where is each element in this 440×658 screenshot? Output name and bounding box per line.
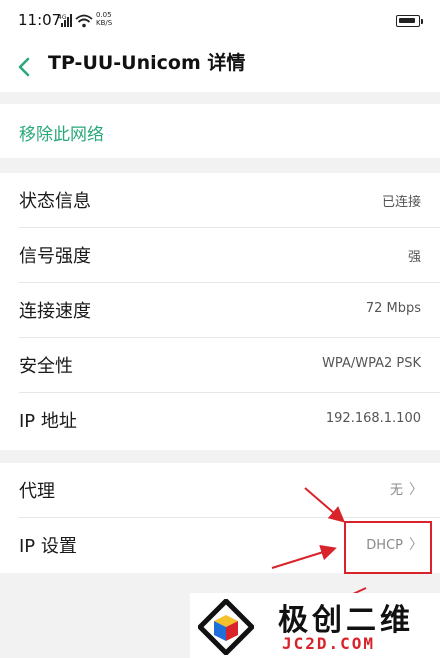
annotation-highlight-box [344, 521, 432, 574]
watermark-title: 极创二维 [278, 603, 414, 638]
remove-network-button[interactable]: 移除此网络 [19, 120, 104, 145]
row-value: 已连接 [381, 195, 421, 210]
back-button[interactable] [12, 50, 42, 84]
cube-logo-icon [198, 599, 254, 655]
row-value: WPA/WPA2 PSK [322, 356, 421, 371]
network-info-list: 状态信息 已连接 信号强度 强 连接速度 72 Mbps 安全性 WPA/WPA… [0, 173, 440, 450]
info-row-speed: 连接速度 72 Mbps [0, 283, 440, 338]
row-label: 安全性 [19, 356, 73, 377]
proxy-setting-row[interactable]: 代理 无〉 [0, 463, 440, 518]
proxy-value: 无 [389, 483, 403, 498]
top-app-bar: TP-UU-Unicom 详情 [0, 42, 440, 92]
info-row-status: 状态信息 已连接 [0, 173, 440, 228]
info-row-security: 安全性 WPA/WPA2 PSK [0, 338, 440, 393]
battery-tip [421, 19, 423, 24]
status-time: 11:07 [18, 11, 62, 29]
row-label: IP 设置 [19, 536, 77, 557]
page-title: TP-UU-Unicom 详情 [48, 52, 246, 74]
network-type-icon: 4G [58, 14, 67, 21]
row-label: 连接速度 [19, 301, 91, 322]
wifi-icon [75, 14, 93, 28]
info-row-ip-address: IP 地址 192.168.1.100 [0, 393, 440, 448]
row-label: 状态信息 [19, 191, 91, 212]
speed-value: 0.05 [96, 11, 112, 19]
status-bar: 11:07 4G 0.05 KB/S [0, 0, 440, 42]
battery-icon [396, 15, 420, 27]
remove-network-section: 移除此网络 [0, 104, 440, 158]
row-label: 代理 [19, 481, 55, 502]
watermark: 极创二维 JC2D.COM [190, 593, 440, 658]
row-value: 无〉 [390, 479, 423, 499]
row-label: 信号强度 [19, 246, 91, 267]
network-speed: 0.05 KB/S [96, 11, 112, 27]
watermark-subtitle: JC2D.COM [282, 634, 376, 653]
info-row-signal: 信号强度 强 [0, 228, 440, 283]
speed-unit: KB/S [96, 19, 113, 27]
signal-wifi-icons: 4G [58, 14, 93, 28]
row-label: IP 地址 [19, 411, 77, 432]
chevron-right-icon: 〉 [409, 482, 423, 498]
row-value: 192.168.1.100 [325, 411, 421, 426]
row-value: 强 [407, 250, 421, 265]
row-value: 72 Mbps [365, 301, 421, 316]
chevron-left-icon [18, 57, 30, 77]
